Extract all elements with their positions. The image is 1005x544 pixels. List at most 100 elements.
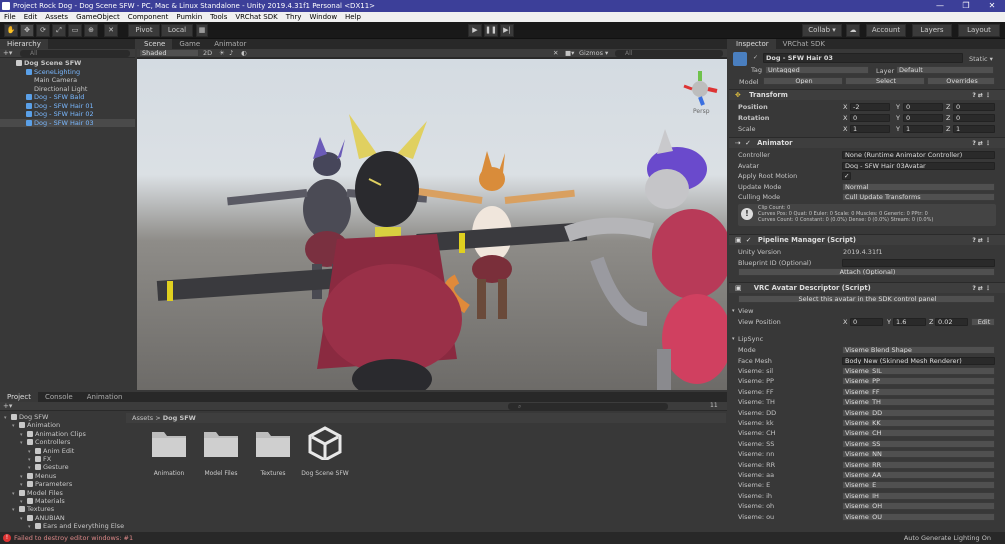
tab-project[interactable]: Project <box>0 392 38 402</box>
update-mode-dropdown[interactable]: Normal <box>842 182 995 191</box>
pause-button[interactable]: ❚❚ <box>484 24 498 37</box>
pivot-toggle[interactable]: Pivot <box>128 24 160 37</box>
avatar-descriptor-header[interactable]: ▣ VRC Avatar Descriptor (Script) ? ⇄ ⋮ <box>729 282 1005 293</box>
add-icon[interactable]: +▾ <box>3 402 12 410</box>
viseme-dropdown[interactable]: Viseme_KK <box>842 419 995 427</box>
move-tool-icon[interactable]: ✥ <box>20 24 34 37</box>
folder-tree-item[interactable]: ▾ Materials <box>0 497 124 505</box>
view-z-field[interactable]: 0.02 <box>935 318 968 326</box>
tools-icon[interactable]: ✕ <box>553 49 558 57</box>
viseme-dropdown[interactable]: Viseme_AA <box>842 471 995 479</box>
hierarchy-row[interactable]: Directional Light <box>0 85 135 93</box>
viseme-dropdown[interactable]: Viseme_PP <box>842 377 995 386</box>
menu-edit[interactable]: Edit <box>24 12 38 22</box>
scale-z-field[interactable]: 1 <box>953 125 995 133</box>
model-open-button[interactable]: Open <box>763 77 843 85</box>
folder-tree-item[interactable]: ▾ Ears and Everything Else <box>0 522 124 530</box>
folder-tree-item[interactable]: ▾ Model Files <box>0 489 124 497</box>
lighting-toggle-icon[interactable]: ☀ <box>219 49 225 57</box>
local-toggle[interactable]: Local <box>161 24 193 37</box>
custom-tool-icon[interactable]: ✕ <box>104 24 118 37</box>
rect-tool-icon[interactable]: ▭ <box>68 24 82 37</box>
gizmos-dropdown[interactable]: Gizmos ▾ <box>579 49 608 57</box>
menu-pumkin[interactable]: Pumkin <box>176 12 202 22</box>
persp-label[interactable]: Persp <box>693 108 710 115</box>
viseme-dropdown[interactable]: Viseme_NN <box>842 450 995 459</box>
culling-mode-dropdown[interactable]: Cull Update Transforms <box>842 193 995 201</box>
hierarchy-search-input[interactable]: All <box>20 50 130 57</box>
viseme-dropdown[interactable]: Viseme_E <box>842 481 995 490</box>
hierarchy-row[interactable]: Dog - SFW Hair 02 <box>0 110 135 118</box>
folder-tree-item[interactable]: ▾ Controllers <box>0 438 124 446</box>
breadcrumb-assets[interactable]: Assets <box>132 414 153 422</box>
tab-animator[interactable]: Animator <box>207 39 253 49</box>
hierarchy-row[interactable]: SceneLighting <box>0 68 135 76</box>
scale-x-field[interactable]: 1 <box>850 125 890 133</box>
help-icon[interactable]: ? ⇄ ⋮ <box>972 90 991 101</box>
asset-tile[interactable]: Dog Scene SFW <box>300 426 350 484</box>
maximize-button[interactable]: ❐ <box>953 0 979 12</box>
folder-tree-item[interactable]: ▾ ANUBIAN <box>0 514 124 522</box>
scene-search-input[interactable]: All <box>615 50 723 57</box>
effects-toggle-icon[interactable]: ◐ <box>241 49 247 57</box>
position-z-field[interactable]: 0 <box>953 103 995 111</box>
tab-animation[interactable]: Animation <box>80 392 130 402</box>
menu-tools[interactable]: Tools <box>210 12 227 22</box>
view-y-field[interactable]: 1.6 <box>893 318 926 326</box>
animator-header[interactable]: ⇢ ✓ Animator ? ⇄ ⋮ <box>729 137 1005 148</box>
view-x-field[interactable]: 0 <box>850 318 883 326</box>
menu-window[interactable]: Window <box>309 12 337 22</box>
position-x-field[interactable]: -2 <box>850 103 890 111</box>
breadcrumb-dog-sfw[interactable]: Dog SFW <box>163 414 196 422</box>
audio-toggle-icon[interactable]: ♪ <box>229 49 233 57</box>
help-icon[interactable]: ? ⇄ ⋮ <box>972 138 991 149</box>
select-in-sdk-button[interactable]: Select this avatar in the SDK control pa… <box>738 295 995 303</box>
close-button[interactable]: ✕ <box>979 0 1005 12</box>
help-icon[interactable]: ? ⇄ ⋮ <box>972 235 991 246</box>
viseme-dropdown[interactable]: Viseme_OU <box>842 512 995 521</box>
rotate-tool-icon[interactable]: ⟳ <box>36 24 50 37</box>
position-y-field[interactable]: 0 <box>903 103 943 111</box>
hand-tool-icon[interactable]: ✋ <box>4 24 18 37</box>
hierarchy-row[interactable]: Dog - SFW Hair 01 <box>0 102 135 110</box>
hierarchy-row-selected[interactable]: Dog - SFW Hair 03 <box>0 118 135 127</box>
folder-tree-item[interactable]: ▾ Parameters <box>0 480 124 488</box>
tab-vrchat-sdk[interactable]: VRChat SDK <box>776 39 832 49</box>
scene-gizmo[interactable] <box>683 71 718 106</box>
folder-tree-item[interactable]: ▾ Animation Clips <box>0 430 124 438</box>
menu-help[interactable]: Help <box>345 12 361 22</box>
tab-hierarchy[interactable]: Hierarchy <box>0 39 48 49</box>
viseme-dropdown[interactable]: Viseme_SS <box>842 439 995 448</box>
view-section[interactable]: ▾ View <box>729 306 1005 317</box>
lipsync-mode-dropdown[interactable]: Viseme Blend Shape <box>842 346 995 354</box>
view-edit-button[interactable]: Edit <box>971 318 995 326</box>
object-name-field[interactable]: Dog - SFW Hair 03 <box>763 53 963 63</box>
model-overrides-button[interactable]: Overrides <box>927 77 995 85</box>
minimize-button[interactable]: — <box>927 0 953 12</box>
layout-dropdown[interactable]: Layout <box>958 24 1000 37</box>
static-dropdown[interactable]: Static ▾ <box>969 55 993 63</box>
viseme-dropdown[interactable]: Viseme_FF <box>842 387 995 396</box>
tab-console[interactable]: Console <box>38 392 80 402</box>
menu-thry[interactable]: Thry <box>286 12 302 22</box>
folder-tree-item[interactable]: ▾ Anim Edit <box>0 447 124 455</box>
layers-dropdown[interactable]: Layers <box>912 24 952 37</box>
menu-file[interactable]: File <box>4 12 16 22</box>
hierarchy-row[interactable]: Dog - SFW Bald <box>0 93 135 101</box>
lipsync-section[interactable]: ▾ LipSync <box>729 334 1005 345</box>
folder-tree-item[interactable]: ▾ Textures <box>0 505 124 513</box>
viseme-dropdown[interactable]: Viseme_TH <box>842 398 995 407</box>
menu-assets[interactable]: Assets <box>45 12 68 22</box>
folder-tree-item[interactable]: ▾ Animation <box>0 421 124 429</box>
status-error-text[interactable]: Failed to destroy editor windows: #1 <box>14 532 133 544</box>
add-icon[interactable]: +▾ <box>3 49 12 57</box>
viseme-dropdown[interactable]: Viseme_SIL <box>842 367 995 375</box>
snap-icon[interactable]: ▦ <box>196 24 208 37</box>
tab-scene[interactable]: Scene <box>137 39 173 49</box>
step-button[interactable]: ▶| <box>500 24 514 37</box>
account-dropdown[interactable]: Account <box>866 24 906 37</box>
hierarchy-row[interactable]: Main Camera <box>0 76 135 84</box>
transform-header[interactable]: ✥ Transform ? ⇄ ⋮ <box>729 89 1005 100</box>
scale-y-field[interactable]: 1 <box>903 125 943 133</box>
folder-tree-item[interactable]: ▾ Gesture <box>0 463 124 471</box>
